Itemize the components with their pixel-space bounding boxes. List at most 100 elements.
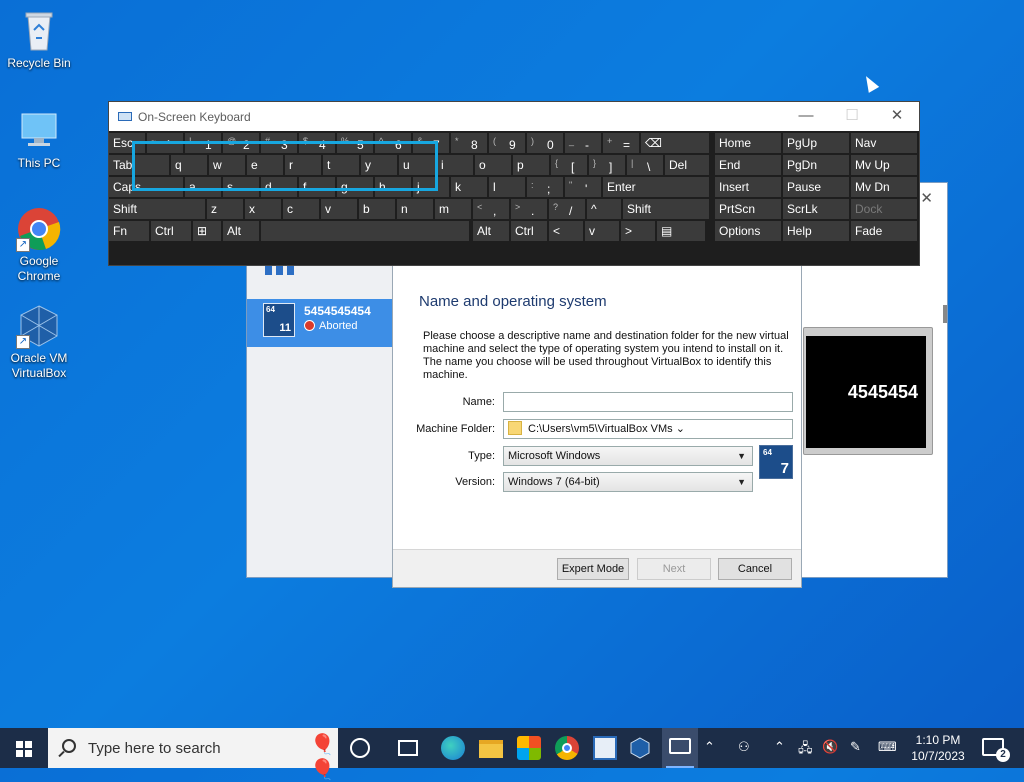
key-z[interactable]: z — [207, 199, 243, 219]
key-scrlk[interactable]: ScrLk — [783, 199, 849, 219]
key-symbol[interactable]: _ - — [565, 133, 601, 153]
key-l[interactable]: l — [489, 177, 525, 197]
key-alt[interactable]: Alt — [223, 221, 259, 241]
key-symbol[interactable]: | \ — [627, 155, 663, 175]
key-symbol[interactable]: ^ — [587, 199, 621, 219]
file-explorer-icon[interactable] — [479, 740, 503, 758]
pen-icon[interactable]: ✎ — [850, 739, 861, 755]
edge-icon[interactable] — [441, 736, 465, 760]
key-home[interactable]: Home — [715, 133, 781, 153]
key-enter[interactable]: Enter — [603, 177, 709, 197]
key-symbol[interactable]: ▤ — [657, 221, 705, 241]
key-shift[interactable]: Shift — [623, 199, 709, 219]
key-o[interactable]: o — [475, 155, 511, 175]
cortana-icon[interactable] — [350, 738, 370, 758]
key-del[interactable]: Del — [665, 155, 709, 175]
key-pgdn[interactable]: PgDn — [783, 155, 849, 175]
key-symbol[interactable]: }] — [589, 155, 625, 175]
task-view-icon[interactable] — [398, 740, 418, 756]
key-dock[interactable]: Dock — [851, 199, 917, 219]
key-x[interactable]: x — [245, 199, 281, 219]
clock[interactable]: 1:10 PM 10/7/2023 — [905, 732, 971, 764]
virtualbox-taskbar-icon[interactable] — [628, 736, 652, 760]
app-window-icon[interactable] — [593, 736, 617, 760]
chrome-taskbar-icon[interactable] — [555, 736, 579, 760]
show-hidden-icons-chevron[interactable]: ⌃ — [704, 739, 715, 755]
version-select[interactable]: Windows 7 (64-bit) ▼ — [503, 472, 753, 492]
key-nav[interactable]: Nav — [851, 133, 917, 153]
create-vm-dialog[interactable]: Name and operating system Please choose … — [392, 262, 802, 588]
expert-mode-button[interactable]: Expert Mode — [557, 558, 629, 580]
key-c[interactable]: c — [283, 199, 319, 219]
taskbar-search-box[interactable]: Type here to search 🎈🎈 — [48, 728, 338, 781]
active-app-indicator[interactable] — [662, 728, 698, 768]
store-icon[interactable] — [517, 736, 541, 760]
key-options[interactable]: Options — [715, 221, 781, 241]
key-pgup[interactable]: PgUp — [783, 133, 849, 153]
show-hidden-icons-icon[interactable]: ⌃ — [774, 739, 785, 755]
key-symbol[interactable]: " ' — [565, 177, 601, 197]
key-mvup[interactable]: Mv Up — [851, 155, 917, 175]
desktop-icon-google-chrome[interactable]: ↗ Google Chrome — [1, 206, 77, 284]
key-ctrl[interactable]: Ctrl — [511, 221, 547, 241]
network-icon[interactable]: 🖧 — [798, 739, 813, 761]
key-label: ⊞ — [197, 224, 208, 238]
key-symbol[interactable]: {[ — [551, 155, 587, 175]
key-shift[interactable]: Shift — [109, 199, 205, 219]
key-symbol[interactable]: ⌫ — [641, 133, 709, 153]
machine-folder-select[interactable]: C:\Users\vm5\VirtualBox VMs ⌄ — [503, 419, 793, 439]
osk-titlebar[interactable]: On-Screen Keyboard — ☐ ✕ — [109, 102, 919, 131]
key-end[interactable]: End — [715, 155, 781, 175]
key-8[interactable]: * 8 — [451, 133, 487, 153]
key-symbol[interactable]: <, — [473, 199, 509, 219]
key-v[interactable]: v — [321, 199, 357, 219]
key-v[interactable]: v — [585, 221, 619, 241]
key-prtscn[interactable]: PrtScn — [715, 199, 781, 219]
key-symbol[interactable]: :; — [527, 177, 563, 197]
scrollbar[interactable] — [943, 305, 947, 323]
key-symbol[interactable]: < — [549, 221, 583, 241]
touch-keyboard-icon[interactable]: ⌨ — [878, 739, 897, 755]
key-symbol[interactable]: > — [621, 221, 655, 241]
key-symbol[interactable]: ? / — [549, 199, 585, 219]
key-9[interactable]: (9 — [489, 133, 525, 153]
desktop-icon-this-pc[interactable]: This PC — [1, 108, 77, 171]
desktop-icon-recycle-bin[interactable]: Recycle Bin — [1, 8, 77, 71]
key-ctrl[interactable]: Ctrl — [151, 221, 191, 241]
key-label: > — [625, 224, 633, 238]
key-help[interactable]: Help — [783, 221, 849, 241]
key-symbol[interactable]: >. — [511, 199, 547, 219]
key-symbol[interactable]: ⊞ — [193, 221, 221, 241]
key-i[interactable]: i — [437, 155, 473, 175]
close-button[interactable]: ✕ — [877, 106, 917, 128]
next-button[interactable]: Next — [637, 558, 711, 580]
key-fn[interactable]: Fn — [109, 221, 149, 241]
key-alt[interactable]: Alt — [473, 221, 509, 241]
key-k[interactable]: k — [451, 177, 487, 197]
desktop-icon-virtualbox[interactable]: ↗ Oracle VM VirtualBox — [1, 303, 77, 381]
people-icon[interactable]: ⚇ — [738, 739, 750, 755]
type-select[interactable]: Microsoft Windows ▼ — [503, 446, 753, 466]
notifications-icon[interactable]: 2 — [982, 738, 1010, 762]
key-symbol[interactable]: + = — [603, 133, 639, 153]
key-b[interactable]: b — [359, 199, 395, 219]
key-label: Enter — [607, 180, 636, 194]
minimize-button[interactable]: — — [786, 106, 826, 128]
name-field[interactable] — [503, 392, 793, 412]
key-space[interactable] — [261, 221, 469, 241]
close-icon[interactable]: ✕ — [920, 189, 933, 207]
volume-muted-icon[interactable]: 🔇 — [822, 739, 838, 755]
key-n[interactable]: n — [397, 199, 433, 219]
key-0[interactable]: ) 0 — [527, 133, 563, 153]
start-button[interactable] — [0, 728, 48, 768]
cancel-button[interactable]: Cancel — [718, 558, 792, 580]
key-pause[interactable]: Pause — [783, 177, 849, 197]
key-fade[interactable]: Fade — [851, 221, 917, 241]
key-mvdn[interactable]: Mv Dn — [851, 177, 917, 197]
key-p[interactable]: p — [513, 155, 549, 175]
key-m[interactable]: m — [435, 199, 471, 219]
key-insert[interactable]: Insert — [715, 177, 781, 197]
maximize-button[interactable]: ☐ — [832, 106, 872, 128]
vm-list-item[interactable]: 64 11 5454545454 Aborted — [247, 299, 393, 347]
key-label: Help — [787, 224, 812, 238]
